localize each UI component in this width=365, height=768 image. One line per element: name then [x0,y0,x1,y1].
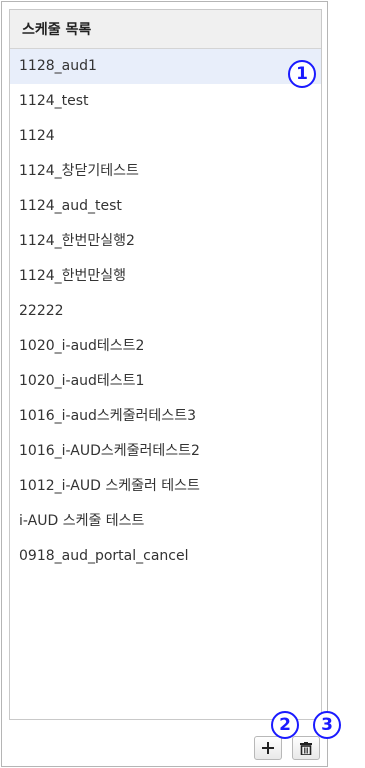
schedule-list-item[interactable]: 1020_i-aud테스트2 [10,329,321,364]
schedule-list-item[interactable]: 1124_aud_test [10,189,321,224]
schedule-list-item[interactable]: 1124_한번만실행2 [10,224,321,259]
schedule-list: 1128_aud1 1124_test 1124 1124_창닫기테스트 1124_au… [10,49,321,574]
schedule-list-item[interactable]: 22222 [10,294,321,329]
add-schedule-button[interactable] [254,736,282,760]
schedule-list-item[interactable]: 1020_i-aud테스트1 [10,364,321,399]
schedule-list-item[interactable]: 1124_한번만실행 [10,259,321,294]
schedule-list-item[interactable]: 1124_test [10,84,321,119]
schedule-list-item[interactable]: 1124_창닫기테스트 [10,154,321,189]
callout-badge-3: 3 [313,711,341,739]
schedule-list-item[interactable]: 1012_i-AUD 스케줄러 테스트 [10,469,321,504]
panel-header: 스케줄 목록 [10,10,321,49]
trash-icon [300,741,312,755]
callout-badge-2: 2 [271,711,299,739]
schedule-list-item[interactable]: 1016_i-AUD스케줄러테스트2 [10,434,321,469]
schedule-list-item[interactable]: 1124 [10,119,321,154]
plus-icon [262,742,274,754]
panel-title: 스케줄 목록 [22,22,92,38]
schedule-list-panel: 스케줄 목록 1128_aud1 1124_test 1124 1124_창닫기테스트… [9,9,322,720]
schedule-window: 스케줄 목록 1128_aud1 1124_test 1124 1124_창닫기테스트… [1,1,328,767]
schedule-list-item[interactable]: 1016_i-aud스케줄러테스트3 [10,399,321,434]
schedule-list-item[interactable]: 0918_aud_portal_cancel [10,539,321,574]
delete-schedule-button[interactable] [292,736,320,760]
schedule-list-item[interactable]: i-AUD 스케줄 테스트 [10,504,321,539]
callout-badge-1: 1 [288,60,316,88]
schedule-list-item[interactable]: 1128_aud1 [10,49,321,84]
